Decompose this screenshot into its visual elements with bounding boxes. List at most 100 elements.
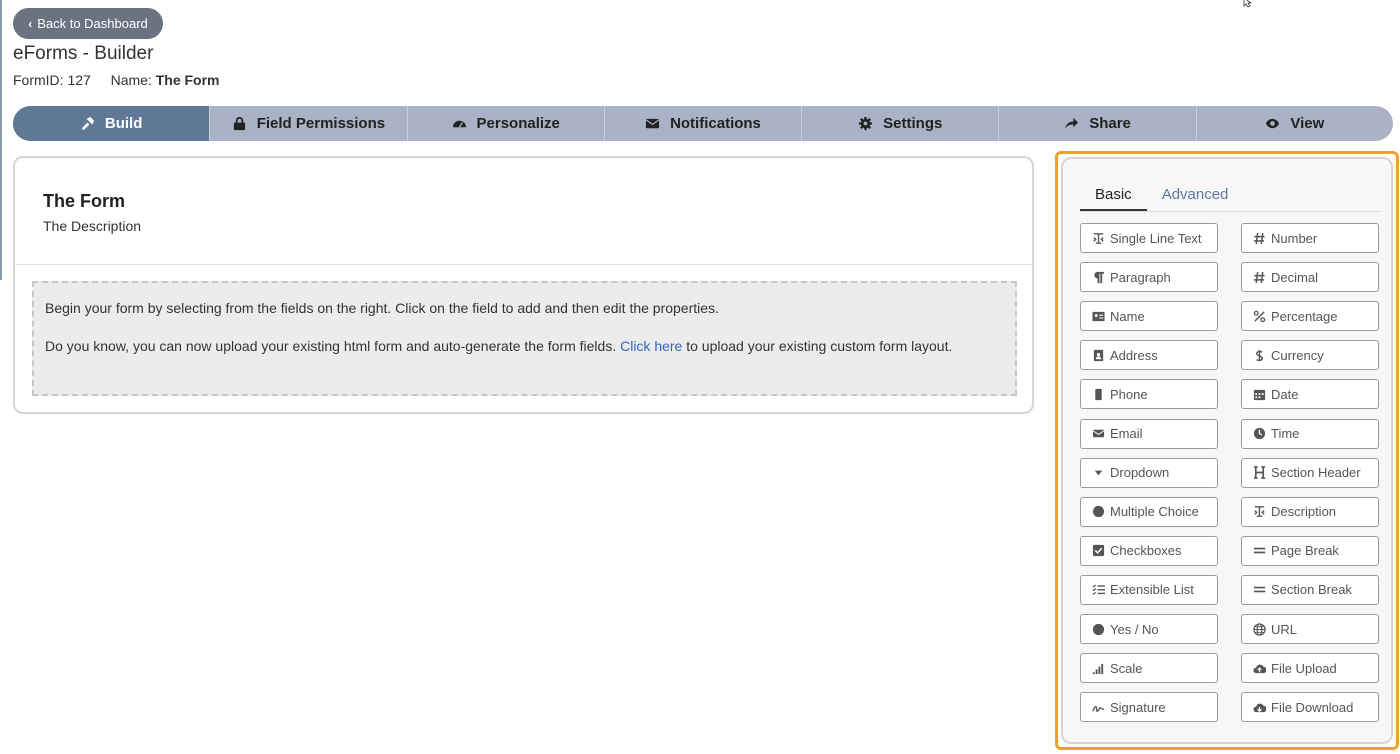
hammer-icon [81,116,94,131]
field-paragraph-button[interactable]: Paragraph [1080,262,1218,293]
back-button-label: Back to Dashboard [37,16,148,31]
field-file-download-button[interactable]: File Download [1241,692,1379,723]
field-button-label: Description [1271,504,1337,520]
field-button-label: Address [1110,347,1158,363]
field-email-button[interactable]: Email [1080,418,1218,449]
heading-icon [1252,466,1266,480]
field-button-label: Name [1110,308,1145,324]
chevron-left-icon: ‹ [28,16,33,31]
signature-icon [1091,700,1105,714]
field-button-label: Email [1110,426,1143,441]
tab-personalize[interactable]: Personalize [408,106,605,141]
clock-icon [1252,427,1266,441]
id-card-icon [1091,309,1105,323]
tab-label: Personalize [476,115,560,132]
cloud-upload-icon [1252,661,1266,675]
tab-share[interactable]: Share [999,106,1197,141]
field-signature-button[interactable]: Signature [1080,692,1218,723]
field-button-label: Dropdown [1110,465,1170,481]
field-phone-button[interactable]: Phone [1080,379,1218,410]
tab-label: Settings [883,115,943,132]
field-button-label: Currency [1271,347,1324,363]
field-url-button[interactable]: URL [1241,614,1379,644]
field-section-break-button[interactable]: Section Break [1241,574,1379,605]
field-button-label: File Upload [1271,660,1337,676]
field-button-label: URL [1271,621,1298,637]
info-text-upload: Do you know, you can now upload your exi… [45,335,1004,358]
field-palette-panel: Basic Advanced Single Line Text Paragraph… [1061,157,1393,744]
form-name-label: Name: [110,72,152,88]
caret-down-icon [1091,466,1105,480]
calendar-icon [1252,387,1266,401]
share-icon [1065,117,1079,130]
gear-icon [859,116,873,131]
field-button-label: Percentage [1271,308,1338,324]
form-title: The Form [43,191,126,211]
tab-notifications[interactable]: Notifications [605,106,803,141]
info-text: Begin your form by selecting from the fi… [45,300,719,316]
form-name-value: The Form [155,72,220,88]
form-id-value: 127 [67,72,91,88]
field-description-button[interactable]: Description [1241,496,1379,527]
field-currency-button[interactable]: Currency [1241,340,1379,371]
field-decimal-button[interactable]: Decimal [1241,262,1379,293]
field-number-button[interactable]: Number [1241,223,1379,253]
signal-bars-icon [1091,661,1105,675]
field-extensible-list-button[interactable]: Extensible List [1080,574,1218,605]
field-single-line-text-button[interactable]: Single Line Text [1080,223,1218,253]
field-yes-no-button[interactable]: Yes / No [1080,614,1218,644]
circle-icon [1091,505,1105,519]
lock-icon [233,117,245,131]
info-text-pre: Do you know, you can now upload your exi… [45,338,621,354]
field-button-label: Page Break [1271,543,1339,559]
field-file-upload-button[interactable]: File Upload [1241,653,1379,684]
field-button-label: Checkboxes [1110,543,1182,559]
form-header[interactable]: The Form The Description [43,191,141,234]
equals-icon [1252,583,1266,597]
field-percentage-button[interactable]: Percentage [1241,301,1379,332]
paragraph-icon [1091,270,1105,284]
field-date-button[interactable]: Date [1241,379,1379,410]
field-scale-button[interactable]: Scale [1080,653,1218,684]
field-section-header-button[interactable]: Section Header [1241,457,1379,488]
info-text-post: to upload your existing custom form layo… [682,338,953,354]
field-button-label: Section Break [1271,582,1352,598]
field-button-label: Multiple Choice [1110,504,1199,520]
address-book-icon [1091,348,1105,362]
tab-advanced[interactable]: Advanced [1147,179,1244,211]
tab-basic[interactable]: Basic [1080,179,1147,211]
field-button-label: Signature [1110,699,1166,715]
tab-label: View [1290,115,1325,132]
percent-icon [1252,309,1266,323]
field-name-button[interactable]: Name [1080,301,1218,332]
field-button-label: Date [1271,386,1299,402]
tab-settings[interactable]: Settings [802,106,1000,141]
click-here-link[interactable]: Click here [620,338,682,354]
tab-field-permissions[interactable]: Field Permissions [210,106,408,141]
field-checkboxes-button[interactable]: Checkboxes [1080,535,1218,566]
field-palette: Basic Advanced Single Line Text Paragraph… [1055,151,1399,750]
back-to-dashboard-button[interactable]: ‹ Back to Dashboard [13,8,163,39]
equals-icon [1252,544,1266,558]
page-title: eForms - Builder [13,43,154,64]
field-address-button[interactable]: Address [1080,340,1218,371]
tab-label: Notifications [670,115,761,132]
circle-icon [1091,622,1105,636]
tab-label: Field Permissions [256,115,386,132]
form-description: The Description [43,218,142,234]
globe-icon [1252,622,1266,636]
eye-icon [1266,118,1280,129]
field-button-label: Yes / No [1110,621,1159,637]
field-time-button[interactable]: Time [1241,418,1379,449]
field-multiple-choice-button[interactable]: Multiple Choice [1080,496,1218,527]
mouse-cursor-icon [1243,0,1253,8]
list-check-icon [1091,583,1105,597]
tab-view[interactable]: View [1197,106,1393,141]
field-page-break-button[interactable]: Page Break [1241,535,1379,566]
field-dropdown-button[interactable]: Dropdown [1080,457,1218,488]
field-button-label: Extensible List [1110,582,1194,598]
field-button-label: Section Header [1271,465,1361,481]
field-button-label: Number [1271,230,1318,246]
tab-build[interactable]: Build [13,106,211,141]
gauge-icon [452,120,466,128]
